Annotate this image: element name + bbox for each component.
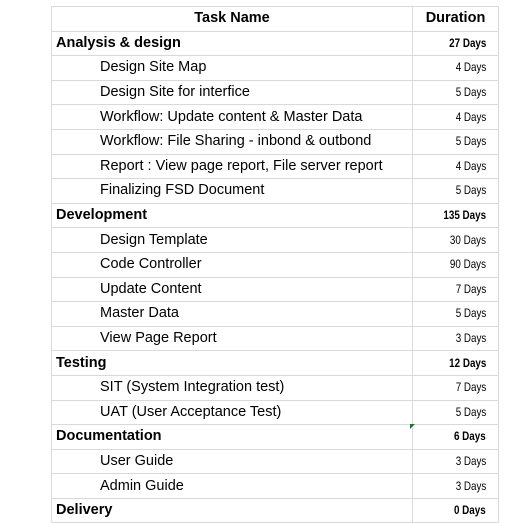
task-name-cell[interactable]: Master Data bbox=[51, 301, 413, 327]
duration-cell[interactable]: 3 Days bbox=[412, 473, 499, 499]
duration-value: 5 Days bbox=[455, 306, 486, 321]
task-name-cell[interactable]: Design Site Map bbox=[51, 55, 413, 81]
task-row: Workflow: Update content & Master Data 4 … bbox=[51, 104, 499, 130]
task-row: Workflow: File Sharing - inbond & outbon… bbox=[51, 128, 499, 155]
task-table: Task Name Duration Analysis & design 27 D… bbox=[51, 6, 499, 523]
task-row: Design Template 30 Days bbox=[51, 227, 499, 253]
duration-cell[interactable]: 6 Days bbox=[412, 424, 499, 450]
task-name-cell[interactable]: Design Site for interfice bbox=[51, 79, 413, 106]
cell-comment-marker bbox=[410, 424, 415, 429]
duration-cell[interactable]: 5 Days bbox=[412, 178, 499, 204]
task-duration-sheet: Task Name Duration Analysis & design 27 D… bbox=[51, 6, 499, 523]
duration-value: 90 Days bbox=[449, 257, 486, 272]
task-row: Design Site Map 4 Days bbox=[51, 55, 499, 81]
duration-cell[interactable]: 5 Days bbox=[412, 79, 499, 106]
duration-cell[interactable]: 30 Days bbox=[412, 227, 499, 253]
duration-cell[interactable]: 4 Days bbox=[412, 104, 499, 130]
duration-cell[interactable]: 4 Days bbox=[412, 153, 499, 180]
duration-value: 0 Days bbox=[454, 503, 486, 518]
duration-value: 27 Days bbox=[448, 35, 486, 50]
task-row: Code Controller 90 Days bbox=[51, 251, 499, 278]
duration-value: 6 Days bbox=[454, 429, 486, 444]
duration-cell[interactable]: 5 Days bbox=[412, 301, 499, 327]
column-header-task-name[interactable]: Task Name bbox=[51, 6, 413, 32]
task-name-cell[interactable]: Delivery bbox=[51, 497, 413, 523]
duration-cell[interactable]: 12 Days bbox=[412, 350, 499, 376]
task-name-cell[interactable]: Finalizing FSD Document bbox=[51, 178, 413, 204]
task-rows: Analysis & design 27 Days Design Site Map 4… bbox=[51, 30, 499, 523]
duration-value: 3 Days bbox=[455, 453, 486, 468]
duration-value: 12 Days bbox=[448, 355, 486, 370]
task-name-cell[interactable]: Code Controller bbox=[51, 251, 413, 278]
duration-value: 4 Days bbox=[455, 60, 486, 75]
task-row: User Guide 3 Days bbox=[51, 448, 499, 475]
task-name-cell[interactable]: Testing bbox=[51, 350, 413, 376]
duration-value: 4 Days bbox=[455, 158, 486, 173]
task-name-cell[interactable]: View Page Report bbox=[51, 325, 413, 352]
column-header-duration[interactable]: Duration bbox=[412, 6, 499, 32]
task-group-row: Testing 12 Days bbox=[51, 350, 499, 376]
task-row: Design Site for interfice 5 Days bbox=[51, 79, 499, 106]
task-name-cell[interactable]: Analysis & design bbox=[51, 30, 413, 57]
duration-value: 5 Days bbox=[455, 404, 486, 419]
duration-cell[interactable]: 0 Days bbox=[412, 497, 499, 523]
duration-value: 30 Days bbox=[449, 232, 486, 247]
duration-cell[interactable]: 3 Days bbox=[412, 448, 499, 475]
duration-cell[interactable]: 27 Days bbox=[412, 30, 499, 57]
task-name-cell[interactable]: Workflow: File Sharing - inbond & outbon… bbox=[51, 128, 413, 155]
duration-cell[interactable]: 135 Days bbox=[412, 202, 499, 229]
task-name-cell[interactable]: User Guide bbox=[51, 448, 413, 475]
task-row: Update Content 7 Days bbox=[51, 276, 499, 303]
duration-cell[interactable]: 5 Days bbox=[412, 399, 499, 426]
task-row: Finalizing FSD Document 5 Days bbox=[51, 178, 499, 204]
duration-value: 4 Days bbox=[455, 109, 486, 124]
task-row: Report : View page report, File server r… bbox=[51, 153, 499, 180]
task-group-row: Analysis & design 27 Days bbox=[51, 30, 499, 57]
task-name-cell[interactable]: Update Content bbox=[51, 276, 413, 303]
task-name-cell[interactable]: Admin Guide bbox=[51, 473, 413, 499]
duration-cell[interactable]: 4 Days bbox=[412, 55, 499, 81]
task-name-cell[interactable]: Documentation bbox=[51, 424, 413, 450]
task-row: SIT (System Integration test) 7 Days bbox=[51, 374, 499, 401]
task-row: Master Data 5 Days bbox=[51, 301, 499, 327]
duration-cell[interactable]: 90 Days bbox=[412, 251, 499, 278]
duration-value: 7 Days bbox=[455, 380, 486, 395]
task-name-cell[interactable]: UAT (User Acceptance Test) bbox=[51, 399, 413, 426]
task-group-row: Documentation 6 Days bbox=[51, 424, 499, 450]
duration-value: 5 Days bbox=[455, 134, 486, 149]
task-row: View Page Report 3 Days bbox=[51, 325, 499, 352]
duration-value: 3 Days bbox=[455, 331, 486, 346]
duration-value: 5 Days bbox=[455, 85, 486, 100]
duration-cell[interactable]: 7 Days bbox=[412, 374, 499, 401]
duration-value: 7 Days bbox=[455, 281, 486, 296]
duration-value: 3 Days bbox=[455, 478, 486, 493]
task-row: Admin Guide 3 Days bbox=[51, 473, 499, 499]
task-name-cell[interactable]: Development bbox=[51, 202, 413, 229]
duration-value: 135 Days bbox=[443, 208, 486, 223]
task-row: UAT (User Acceptance Test) 5 Days bbox=[51, 399, 499, 426]
duration-cell[interactable]: 7 Days bbox=[412, 276, 499, 303]
task-name-cell[interactable]: Workflow: Update content & Master Data bbox=[51, 104, 413, 130]
task-name-cell[interactable]: SIT (System Integration test) bbox=[51, 374, 413, 401]
header-row: Task Name Duration bbox=[51, 6, 499, 32]
task-group-row: Delivery 0 Days bbox=[51, 497, 499, 523]
duration-value: 5 Days bbox=[455, 183, 486, 198]
duration-cell[interactable]: 3 Days bbox=[412, 325, 499, 352]
task-group-row: Development 135 Days bbox=[51, 202, 499, 229]
task-name-cell[interactable]: Report : View page report, File server r… bbox=[51, 153, 413, 180]
task-name-cell[interactable]: Design Template bbox=[51, 227, 413, 253]
duration-cell[interactable]: 5 Days bbox=[412, 128, 499, 155]
